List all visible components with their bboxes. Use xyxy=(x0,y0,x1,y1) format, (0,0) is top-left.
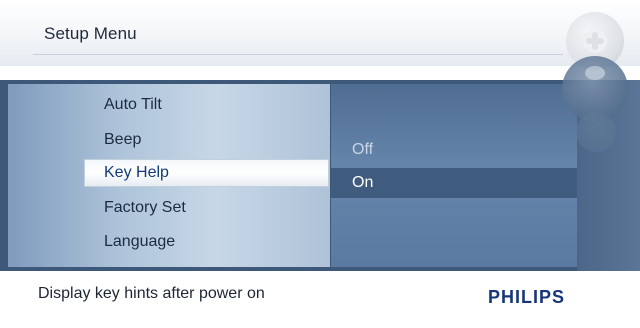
header-divider xyxy=(33,54,563,55)
button-highlight xyxy=(585,66,605,80)
brand-logo: PHILIPS xyxy=(488,287,566,307)
device-screen: Setup Menu Auto Tilt Beep Key Help Facto… xyxy=(0,0,640,328)
option-label: On xyxy=(352,174,374,191)
option-on[interactable]: On xyxy=(331,168,577,198)
page-title: Setup Menu xyxy=(44,24,137,43)
button-icon[interactable] xyxy=(576,112,616,152)
menu-item-auto-tilt[interactable]: Auto Tilt xyxy=(104,96,162,114)
menu-item-language[interactable]: Language xyxy=(104,233,175,251)
help-hint: Display key hints after power on xyxy=(38,285,265,302)
menu-item-label: Key Help xyxy=(104,164,169,181)
menu-item-factory-set[interactable]: Factory Set xyxy=(104,199,186,217)
menu-item-beep[interactable]: Beep xyxy=(104,131,141,149)
dpad-center xyxy=(583,29,607,53)
option-off[interactable]: Off xyxy=(352,141,373,159)
menu-item-key-help[interactable]: Key Help xyxy=(84,159,329,187)
